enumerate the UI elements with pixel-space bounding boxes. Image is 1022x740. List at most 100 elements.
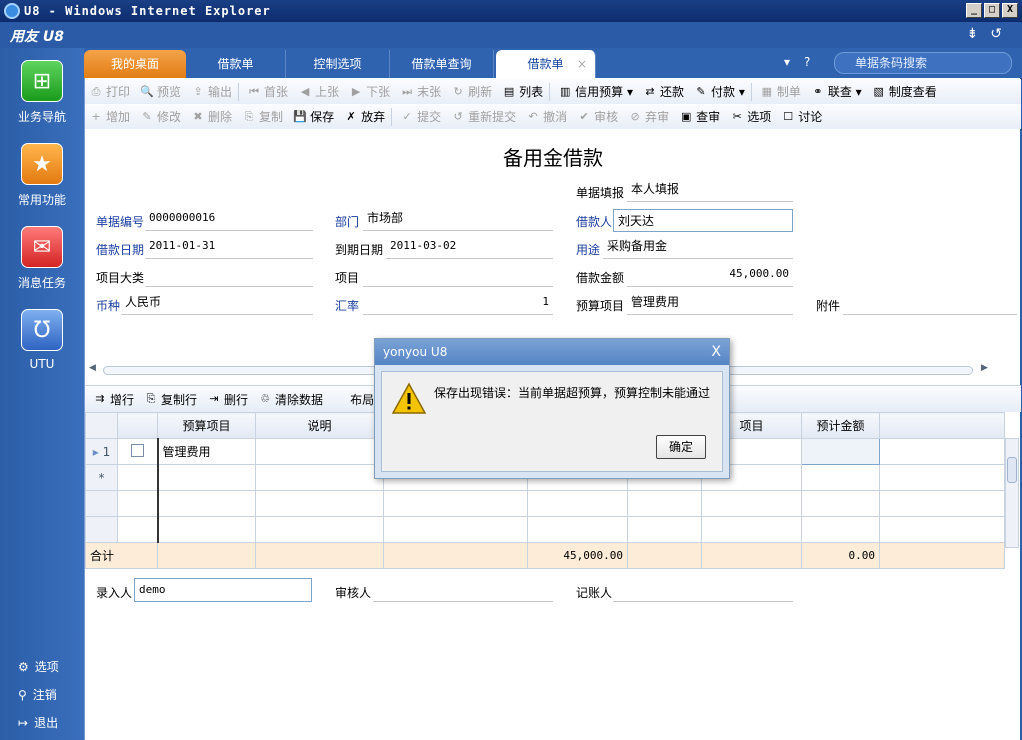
borrower-field[interactable]: 刘天达	[613, 209, 793, 232]
sidebar-exit-button[interactable]: ↦ 退出	[18, 714, 58, 731]
toolbar1-button-0[interactable]: ⎙ 打印	[89, 83, 130, 100]
grid-toolbar-button-0[interactable]: ⇉ 增行	[93, 391, 134, 408]
close-window-button[interactable]: X	[1002, 3, 1018, 18]
doc-no-label: 单据编号	[96, 215, 145, 229]
tab-loan-form-active[interactable]: 借款单 ×	[496, 50, 596, 78]
toolbar1-button-11[interactable]: ▥ 信用预算 ▾	[558, 83, 633, 100]
scroll-left-icon[interactable]: ◀	[89, 363, 96, 373]
loan-date-field[interactable]: 2011-01-31	[145, 235, 313, 259]
grid-toolbar-button-4[interactable]: 布局	[333, 391, 374, 408]
barcode-search-input[interactable]: 单据条码搜索	[834, 52, 1012, 74]
toolbar2-button-9[interactable]: ↶ 撤消	[526, 108, 568, 125]
attachment-label: 附件	[816, 299, 841, 313]
toolbar1-button-12[interactable]: ⇄ 还款	[643, 83, 684, 100]
toolbar1-button-15[interactable]: ▦ 制单	[760, 83, 801, 100]
borrower-label: 借款人	[576, 215, 613, 229]
toolbar2-button-12[interactable]: ▣ 查审	[679, 108, 720, 125]
sidebar-options-button[interactable]: ⚙ 选项	[18, 658, 59, 675]
toolbar1-icon-9: ▤	[503, 84, 515, 98]
menu-dropdown-icon[interactable]: ⇟	[967, 26, 979, 42]
grid-toolbar-icon-4	[333, 392, 347, 406]
sidebar-logout-button[interactable]: ⚲ 注销	[18, 686, 57, 703]
close-tab-icon[interactable]: ×	[577, 50, 587, 78]
sidebar-item-business-nav[interactable]: ⊞ 业务导航	[0, 60, 84, 125]
toolbar1-button-6[interactable]: ▶ 下张	[349, 83, 390, 100]
toolbar2-button-3[interactable]: ⎘ 复制	[242, 108, 283, 125]
sidebar-item-common-functions[interactable]: ★ 常用功能	[0, 143, 84, 208]
scroll-right-icon[interactable]: ▶	[981, 363, 988, 373]
col-budget-item[interactable]: 预算项目	[157, 412, 256, 439]
project-field[interactable]	[363, 263, 553, 287]
row-checkbox[interactable]	[130, 443, 144, 457]
toolbar1-icon-17: ▧	[873, 84, 884, 98]
toolbar1-button-9[interactable]: ▤ 列表	[502, 83, 543, 100]
row-budget-cell[interactable]: 管理费用	[156, 438, 256, 465]
attachment-field[interactable]	[843, 291, 1017, 315]
tab-control-options[interactable]: 控制选项	[286, 50, 390, 78]
toolbar1-icon-6: ▶	[351, 84, 361, 98]
toolbar2-button-2[interactable]: ✖ 删除	[191, 108, 232, 125]
toolbar1-button-8[interactable]: ↻ 刷新	[451, 83, 493, 100]
grid-toolbar-button-1[interactable]: ⎘ 复制行	[144, 391, 197, 408]
toolbar1-button-1[interactable]: 🔍 预览	[140, 83, 181, 100]
tab-loan-query[interactable]: 借款单查询	[390, 50, 494, 78]
toolbar2-button-7[interactable]: ✓ 提交	[400, 108, 441, 125]
toolbar1-icon-2: ⇪	[193, 84, 203, 98]
project-category-field[interactable]	[145, 263, 313, 287]
sidebar-item-messages[interactable]: ✉ 消息任务	[0, 226, 84, 291]
budget-item-field[interactable]: 管理费用	[627, 291, 793, 315]
toolbar1-button-5[interactable]: ◀ 上张	[298, 83, 339, 100]
toolbar2-button-11[interactable]: ⊘ 弃审	[628, 108, 670, 125]
toolbar2-button-13[interactable]: ✂ 选项	[730, 108, 772, 125]
toolbar1-button-4[interactable]: ⏮ 首张	[247, 83, 288, 100]
minimize-button[interactable]: _	[966, 3, 982, 18]
toolbar1-button-7[interactable]: ⏭ 末张	[400, 83, 441, 100]
toolbar2-button-8[interactable]: ↺ 重新提交	[451, 108, 517, 125]
ok-button[interactable]: 确定	[656, 435, 706, 459]
amount-field[interactable]: 45,000.00	[627, 263, 793, 287]
help-icon[interactable]: ?	[804, 55, 810, 69]
filler-field[interactable]: 本人填报	[627, 178, 793, 202]
entry-person-field[interactable]: demo	[134, 578, 312, 602]
toolbar2-button-14[interactable]: ☐ 讨论	[781, 108, 822, 125]
tab-loan-form[interactable]: 借款单	[186, 50, 286, 78]
toolbar2-button-5[interactable]: ✗ 放弃	[344, 108, 385, 125]
toolbar2-icon-3: ⎘	[244, 109, 254, 123]
toolbar2-button-10[interactable]: ✔ 审核	[577, 108, 619, 125]
tab-my-desktop[interactable]: 我的桌面	[84, 50, 186, 78]
grid-toolbar-icon-1: ⎘	[146, 392, 156, 405]
grid-toolbar-button-3[interactable]: ♲ 清除数据	[258, 391, 323, 408]
table-row[interactable]	[85, 516, 1005, 543]
toolbar1-icon-5: ◀	[300, 84, 310, 98]
table-row[interactable]	[85, 490, 1005, 517]
filler-label: 单据填报	[576, 186, 625, 200]
window-title: U8 - Windows Internet Explorer	[24, 4, 271, 18]
currency-field[interactable]: 人民币	[121, 291, 313, 315]
dialog-close-icon[interactable]: X	[711, 339, 721, 365]
toolbar2-button-1[interactable]: ✎ 修改	[140, 108, 181, 125]
bookkeeper-field[interactable]	[613, 578, 793, 602]
grid-vertical-scrollbar[interactable]	[1005, 438, 1019, 548]
toolbar1-button-2[interactable]: ⇪ 输出	[191, 83, 232, 100]
dept-field[interactable]: 市场部	[363, 207, 553, 231]
sidebar-item-utu[interactable]: Ʊ UTU	[0, 309, 84, 371]
toolbar1-button-13[interactable]: ✎ 付款 ▾	[694, 83, 744, 100]
doc-no-field[interactable]: 0000000016	[145, 207, 313, 231]
row-expected-cell[interactable]	[801, 438, 880, 465]
toolbar-separator	[391, 107, 393, 126]
reviewer-field[interactable]	[373, 578, 553, 602]
grid-toolbar-button-2[interactable]: ⇥ 删行	[207, 391, 248, 408]
toolbar1-button-17[interactable]: ▧ 制度查看	[872, 83, 937, 100]
col-expected-amount[interactable]: 预计金额	[801, 412, 880, 439]
refresh-icon[interactable]: ↺	[990, 26, 1002, 42]
rate-field[interactable]: 1	[363, 291, 553, 315]
toolbar2-button-0[interactable]: + 增加	[89, 108, 130, 125]
maximize-button[interactable]: □	[984, 3, 1000, 18]
tab-list-dropdown-icon[interactable]: ▾	[784, 55, 790, 69]
due-date-field[interactable]: 2011-03-02	[386, 235, 553, 259]
ie-logo-icon	[4, 3, 20, 19]
toolbar1-button-16[interactable]: ⚭ 联查 ▾	[811, 83, 861, 100]
toolbar2-button-4[interactable]: 💾 保存	[293, 108, 334, 125]
col-description[interactable]: 说明	[255, 412, 384, 439]
purpose-field[interactable]: 采购备用金	[603, 235, 793, 259]
